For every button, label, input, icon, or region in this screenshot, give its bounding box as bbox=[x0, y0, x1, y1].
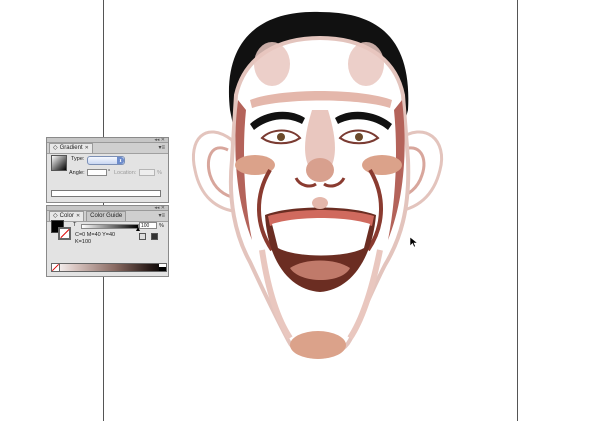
right-iris bbox=[355, 133, 363, 141]
chevron-updown-icon: ⬍ bbox=[117, 157, 124, 164]
angle-input[interactable] bbox=[87, 169, 107, 176]
tab-color-guide[interactable]: Color Guide bbox=[86, 211, 127, 221]
panel-menu-icon[interactable]: ▾≡ bbox=[158, 144, 165, 152]
tab-color-guide-label: Color Guide bbox=[90, 213, 123, 219]
collapse-icon[interactable]: ◂◂ ✕ bbox=[154, 138, 165, 143]
gradient-panel[interactable]: ◂◂ ✕ ◇ Gradient ✕ ▾≡ Type: ⬍ Angle: ° Lo… bbox=[46, 137, 169, 203]
type-label: Type: bbox=[71, 156, 85, 162]
right-cheek bbox=[362, 155, 402, 175]
tint-unit: % bbox=[159, 223, 164, 229]
tint-input[interactable]: 100 bbox=[139, 222, 157, 229]
angle-unit: ° bbox=[108, 169, 111, 175]
angle-label: Angle: bbox=[69, 170, 85, 176]
gradient-type-select[interactable]: ⬍ bbox=[87, 156, 125, 165]
stroke-swatch[interactable] bbox=[58, 227, 71, 240]
gradient-tabbar: ◇ Gradient ✕ ▾≡ bbox=[47, 143, 168, 154]
chin bbox=[290, 331, 346, 359]
black-white-swatch[interactable] bbox=[159, 264, 166, 271]
gradient-swatch[interactable] bbox=[51, 155, 67, 171]
fill-stroke-swatches[interactable] bbox=[51, 220, 71, 240]
color-spectrum-ramp[interactable] bbox=[51, 263, 167, 272]
close-icon[interactable]: ✕ bbox=[85, 144, 89, 153]
forehead-highlight-right bbox=[348, 42, 384, 86]
web-safe-icon[interactable] bbox=[151, 233, 158, 240]
tint-slider[interactable] bbox=[81, 224, 140, 231]
cmyk-readout-line1: C=0 M=40 Y=40 bbox=[75, 232, 116, 238]
upper-lip-dot bbox=[312, 197, 328, 209]
location-input[interactable] bbox=[139, 169, 155, 176]
close-icon[interactable]: ✕ bbox=[76, 212, 80, 221]
tint-label: T bbox=[73, 222, 77, 228]
out-of-gamut-icon[interactable] bbox=[139, 233, 146, 240]
nose-tip bbox=[306, 158, 334, 182]
cmyk-readout-line2: K=100 bbox=[75, 239, 92, 245]
location-unit: % bbox=[157, 170, 162, 176]
gradient-tab-grip: ◇ bbox=[53, 145, 58, 151]
location-label: Location: bbox=[114, 170, 137, 176]
gradient-slider-bar[interactable] bbox=[51, 190, 161, 197]
forehead-highlight-left bbox=[254, 42, 290, 86]
upper-teeth bbox=[272, 218, 370, 256]
arrow-cursor-icon bbox=[410, 237, 418, 248]
tab-gradient[interactable]: ◇ Gradient ✕ bbox=[49, 143, 93, 153]
none-color-icon[interactable] bbox=[52, 264, 60, 271]
left-iris bbox=[277, 133, 285, 141]
color-panel[interactable]: ◂◂ ✕ ◇ Color ✕ Color Guide ▾≡ T 100 % C=… bbox=[46, 205, 169, 277]
panel-menu-icon[interactable]: ▾≡ bbox=[158, 212, 165, 220]
tab-gradient-label: Gradient bbox=[59, 145, 83, 151]
collapse-icon[interactable]: ◂◂ ✕ bbox=[154, 206, 165, 211]
